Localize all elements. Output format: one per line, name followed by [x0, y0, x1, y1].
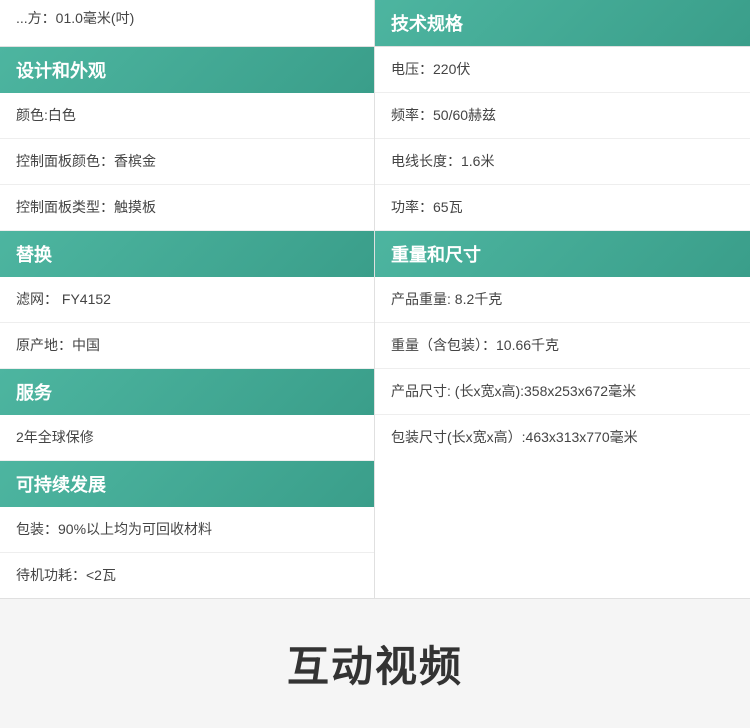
filter-row: 滤网： FY4152 — [0, 277, 374, 323]
right-column: 电压：220伏 频率：50/60赫兹 电线长度：1.6米 功率：65瓦 重量和尺… — [375, 47, 750, 598]
service-section-header: 服务 — [0, 369, 374, 415]
bottom-banner: 互动视频 — [0, 598, 750, 728]
product-weight-row: 产品重量: 8.2千克 — [375, 277, 750, 323]
design-section-header: 设计和外观 — [0, 47, 374, 93]
power-row: 功率：65瓦 — [375, 185, 750, 231]
cable-length-row: 电线长度：1.6米 — [375, 139, 750, 185]
origin-row: 原产地：中国 — [0, 323, 374, 369]
top-partial-row: ...方：01.0毫米(吋) 技术规格 — [0, 0, 750, 47]
standby-power-row: 待机功耗：<2瓦 — [0, 553, 374, 598]
specs-wrapper: 设计和外观 颜色:白色 控制面板颜色：香槟金 控制面板类型：触摸板 替换 滤网：… — [0, 47, 750, 598]
replacement-section-header: 替换 — [0, 231, 374, 277]
color-row: 颜色:白色 — [0, 93, 374, 139]
left-column: 设计和外观 颜色:白色 控制面板颜色：香槟金 控制面板类型：触摸板 替换 滤网：… — [0, 47, 375, 598]
panel-type-row: 控制面板类型：触摸板 — [0, 185, 374, 231]
tech-specs-header: 技术规格 — [375, 0, 750, 46]
product-dimensions-row: 产品尺寸: (长x宽x高):358x253x672毫米 — [375, 369, 750, 415]
bottom-banner-title: 互动视频 — [287, 633, 463, 694]
package-dimensions-row: 包装尺寸(长x宽x高）:463x313x770毫米 — [375, 415, 750, 460]
voltage-row: 电压：220伏 — [375, 47, 750, 93]
panel-color-row: 控制面板颜色：香槟金 — [0, 139, 374, 185]
sustainability-section-header: 可持续发展 — [0, 461, 374, 507]
top-partial-right: 技术规格 — [375, 0, 750, 46]
main-container: ...方：01.0毫米(吋) 技术规格 设计和外观 颜色:白色 控制面板颜色：香… — [0, 0, 750, 728]
packaged-weight-row: 重量（含包装）：10.66千克 — [375, 323, 750, 369]
frequency-row: 频率：50/60赫兹 — [375, 93, 750, 139]
warranty-row: 2年全球保修 — [0, 415, 374, 461]
top-partial-left-text: ...方：01.0毫米(吋) — [0, 0, 375, 46]
packaging-row: 包装：90%以上均为可回收材料 — [0, 507, 374, 553]
weight-section-header: 重量和尺寸 — [375, 231, 750, 277]
